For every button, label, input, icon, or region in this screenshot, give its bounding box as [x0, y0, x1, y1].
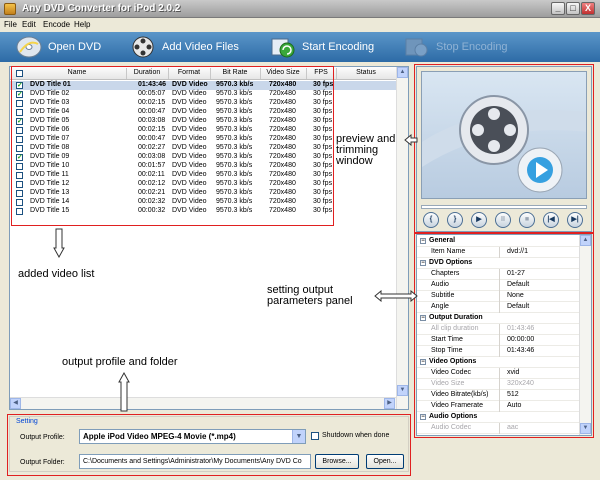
app-icon [4, 3, 16, 15]
arrow-up-icon [118, 372, 130, 412]
scroll-right-icon[interactable]: ▶ [384, 398, 395, 409]
menu-help[interactable]: Help [74, 20, 90, 29]
minimize-button[interactable]: _ [551, 2, 565, 15]
dvd-disc-icon [16, 36, 42, 58]
properties-highlight-box [414, 232, 594, 438]
annotation-video-list: added video list [18, 268, 95, 280]
menu-edit[interactable]: Edit [22, 20, 36, 29]
scroll-left-icon[interactable]: ◀ [10, 398, 21, 409]
scroll-down-icon[interactable]: ▼ [397, 385, 408, 396]
title-bar: Any DVD Converter for iPod 2.0.2 _ □ X [0, 0, 600, 18]
menu-bar: File Edit Encode Help [0, 18, 600, 32]
window-title: Any DVD Converter for iPod 2.0.2 [22, 3, 181, 14]
menu-file[interactable]: File [4, 20, 17, 29]
settings-highlight-box [7, 414, 411, 476]
start-encoding-label: Start Encoding [302, 41, 375, 53]
menu-encode[interactable]: Encode [43, 20, 70, 29]
list-vertical-scrollbar[interactable]: ▲ ▼ [396, 67, 408, 409]
list-horizontal-scrollbar[interactable]: ◀ ▶ [10, 397, 396, 409]
preview-highlight-box [414, 64, 594, 234]
arrow-down-icon [53, 228, 65, 258]
stop-encoding-icon [405, 38, 428, 57]
stop-encoding-label: Stop Encoding [436, 41, 508, 53]
toolbar: Open DVD Add Video Files Start Encoding … [0, 32, 600, 62]
start-encoding-icon [271, 38, 295, 58]
scroll-up-icon[interactable]: ▲ [397, 67, 408, 78]
maximize-button[interactable]: □ [566, 2, 580, 15]
arrow-left-icon [404, 134, 418, 146]
add-video-files-label: Add Video Files [162, 41, 239, 53]
list-highlight-box [11, 66, 334, 226]
arrow-right-left-icon [374, 290, 418, 302]
open-dvd-label: Open DVD [48, 41, 102, 53]
col-status[interactable]: Status [336, 69, 396, 76]
close-button[interactable]: X [581, 2, 595, 15]
annotation-profile: output profile and folder [62, 356, 178, 368]
film-reel-icon [132, 36, 154, 58]
annotation-preview: preview and trimming window [336, 133, 396, 167]
annotation-params: setting output parameters panel [267, 284, 353, 307]
